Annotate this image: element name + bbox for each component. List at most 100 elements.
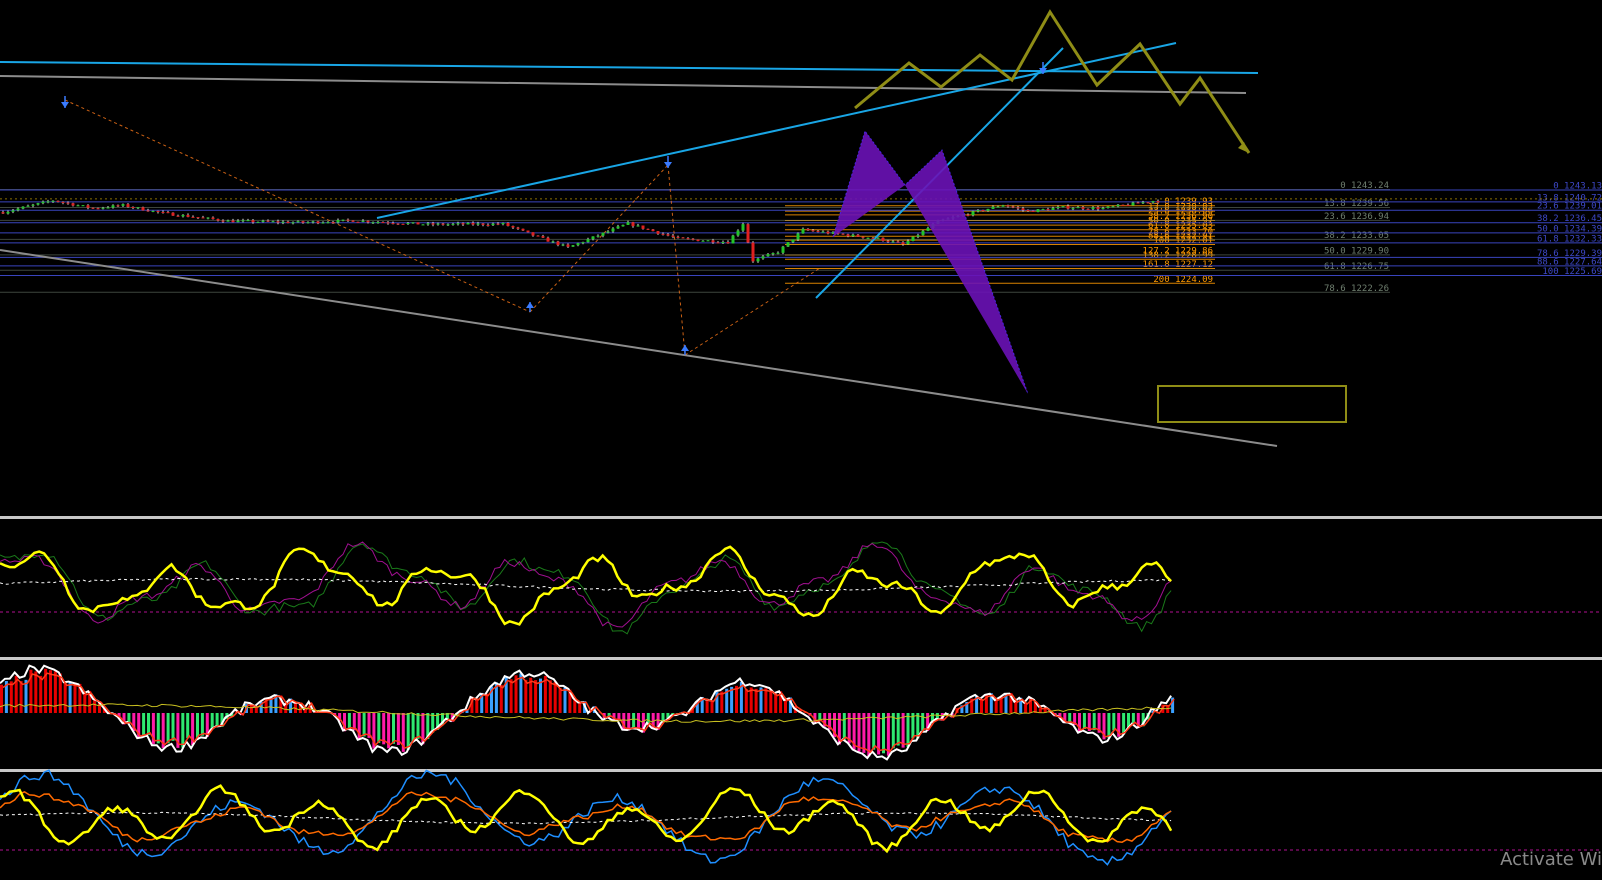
candle-body — [261, 220, 265, 222]
candle-body — [96, 208, 100, 210]
candle-body — [1001, 205, 1005, 207]
candle-body — [236, 220, 240, 223]
candle-body — [1021, 208, 1025, 211]
candle-body — [581, 242, 585, 244]
histogram-bar — [200, 713, 204, 736]
candle-body — [541, 236, 545, 238]
candle-body — [281, 221, 285, 223]
candle-body — [556, 241, 560, 246]
histogram-bar — [558, 687, 562, 713]
candle-body — [256, 221, 260, 223]
candle-body — [721, 242, 725, 244]
histogram-bar — [34, 671, 38, 713]
candle-body — [121, 204, 125, 206]
fib-label: 88.6 1227.64 — [1537, 257, 1602, 267]
histogram-bar — [524, 679, 528, 713]
candle-body — [546, 237, 550, 242]
candle-body — [711, 240, 715, 243]
candle-body — [336, 220, 340, 223]
candle-body — [1, 212, 5, 214]
candle-body — [696, 239, 700, 242]
candle-body — [221, 220, 225, 222]
candle-body — [376, 222, 380, 224]
fib-label: 161.8 1227.12 — [1143, 260, 1213, 270]
candle-body — [31, 204, 35, 206]
candle-body — [986, 208, 990, 211]
histogram-bar — [382, 713, 386, 745]
panel-separator — [0, 769, 1602, 772]
candle-body — [41, 201, 45, 204]
candle-body — [731, 235, 735, 244]
candle-body — [1116, 204, 1120, 207]
histogram-bar — [377, 713, 381, 743]
candle-body — [1106, 206, 1110, 208]
candle-body — [441, 223, 445, 225]
candle-body — [36, 203, 40, 205]
candle-body — [681, 237, 685, 239]
candle-body — [926, 228, 930, 231]
fib-label: 23.6 1236.94 — [1324, 212, 1389, 222]
candle-body — [176, 215, 180, 217]
histogram-bar — [994, 698, 998, 713]
candle-body — [776, 252, 780, 254]
histogram-bar — [39, 675, 43, 713]
candle-body — [761, 256, 765, 259]
panel-separator — [0, 657, 1602, 660]
candle-body — [1006, 205, 1010, 207]
histogram-bar — [411, 713, 415, 742]
candle-body — [191, 216, 195, 218]
candle-body — [1146, 202, 1150, 204]
candle-body — [866, 237, 870, 239]
candle-body — [26, 205, 30, 207]
candle-body — [1131, 202, 1135, 206]
candle-body — [111, 205, 115, 208]
histogram-bar — [24, 679, 28, 713]
candle-body — [81, 205, 85, 207]
candle-body — [751, 242, 755, 262]
candle-body — [341, 219, 345, 221]
fib-label: 61.8 1226.75 — [1324, 262, 1389, 272]
candle-body — [1016, 207, 1020, 209]
candle-body — [371, 222, 375, 224]
candle-body — [886, 240, 890, 242]
candle-body — [71, 203, 75, 206]
fib-label: 50.0 1229.90 — [1324, 246, 1389, 256]
candle-body — [741, 224, 745, 231]
candle-body — [811, 230, 815, 232]
candle-body — [86, 205, 90, 208]
histogram-bar — [735, 685, 738, 713]
trading-chart[interactable]: 0 1239.9313.8 1238.8323.6 1238.0638.2 12… — [0, 0, 1602, 880]
candle-body — [771, 253, 775, 255]
candle-body — [326, 222, 330, 224]
candle-body — [356, 221, 360, 223]
candle-body — [216, 219, 220, 221]
candle-body — [481, 223, 485, 225]
histogram-bar — [19, 681, 23, 713]
candle-body — [381, 222, 385, 224]
candle-body — [16, 208, 20, 211]
candle-body — [666, 234, 670, 236]
candle-body — [91, 207, 95, 209]
candle-body — [346, 219, 350, 221]
histogram-bar — [406, 713, 410, 750]
histogram-bar — [548, 680, 552, 713]
candle-body — [646, 228, 650, 230]
candle-body — [876, 237, 880, 239]
candle-body — [636, 225, 640, 227]
candle-body — [846, 234, 850, 237]
candle-body — [101, 207, 105, 209]
candle-body — [991, 206, 995, 209]
candle-body — [211, 217, 215, 220]
candle-body — [616, 226, 620, 229]
candle-body — [461, 223, 465, 225]
histogram-bar — [754, 688, 758, 713]
histogram-bar — [156, 713, 160, 744]
candle-body — [791, 239, 795, 243]
histogram-bar — [1112, 713, 1116, 731]
candle-body — [981, 210, 985, 212]
candle-body — [1141, 202, 1145, 204]
candle-body — [1026, 210, 1030, 212]
candle-body — [766, 254, 770, 257]
candle-body — [851, 234, 855, 237]
candle-body — [1101, 207, 1105, 210]
